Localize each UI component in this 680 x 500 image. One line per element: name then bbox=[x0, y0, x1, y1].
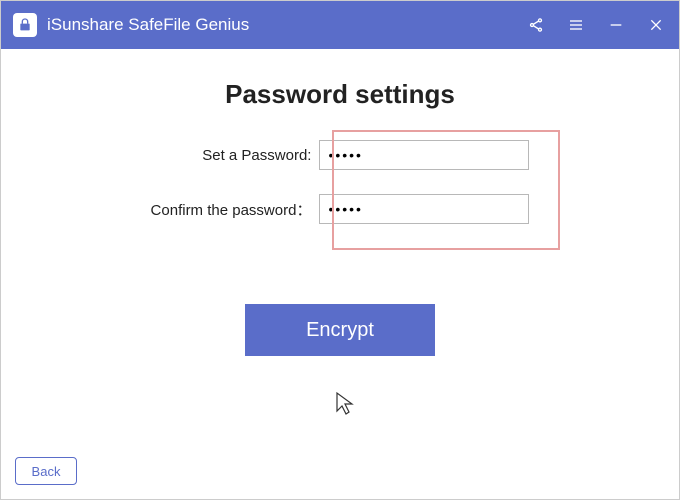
close-icon[interactable] bbox=[647, 16, 665, 34]
password-label: Set a Password: bbox=[202, 147, 311, 164]
cursor-icon bbox=[335, 391, 355, 417]
minimize-icon[interactable] bbox=[607, 16, 625, 34]
confirm-label: Confirm the password： bbox=[151, 199, 312, 220]
app-title: iSunshare SafeFile Genius bbox=[47, 15, 527, 35]
share-icon[interactable] bbox=[527, 16, 545, 34]
content-area: Password settings Set a Password: Confir… bbox=[1, 49, 679, 356]
app-lock-icon bbox=[13, 13, 37, 37]
confirm-row: Confirm the password： bbox=[151, 194, 530, 224]
titlebar: iSunshare SafeFile Genius bbox=[1, 1, 679, 49]
window-controls bbox=[527, 16, 665, 34]
password-row: Set a Password: bbox=[151, 140, 530, 170]
encrypt-button[interactable]: Encrypt bbox=[245, 304, 435, 356]
password-form: Set a Password: Confirm the password： bbox=[151, 140, 530, 248]
confirm-password-input[interactable] bbox=[319, 194, 529, 224]
back-button[interactable]: Back bbox=[15, 457, 77, 485]
password-input[interactable] bbox=[319, 140, 529, 170]
menu-icon[interactable] bbox=[567, 16, 585, 34]
page-title: Password settings bbox=[41, 79, 639, 110]
